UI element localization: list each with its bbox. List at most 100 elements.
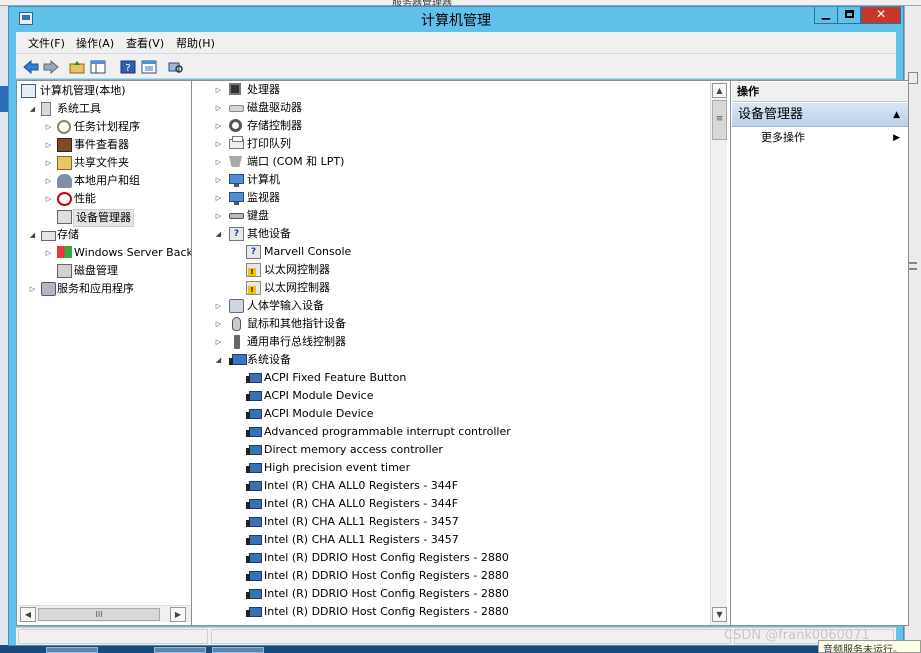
menu-action[interactable]: 操作(A) (76, 35, 114, 51)
properties-icon (141, 60, 157, 73)
tree-horizontal-scrollbar[interactable]: ◀ III ▶ (18, 605, 215, 622)
device-label: ACPI Module Device (264, 407, 374, 420)
actions-pane: 操作 设备管理器 ▲ 更多操作 ▶ (730, 80, 909, 626)
collapsed-arrow-icon[interactable]: ▷ (214, 297, 223, 315)
device-label: ACPI Module Device (264, 389, 374, 402)
computer-icon (229, 174, 244, 187)
device-label: 以太网控制器 (264, 281, 330, 294)
scan-hardware-button[interactable] (167, 58, 185, 75)
collapsed-arrow-icon[interactable]: ▷ (214, 171, 223, 189)
expanded-arrow-icon[interactable]: ◢ (214, 351, 223, 369)
expanded-arrow-icon[interactable]: ◢ (28, 226, 37, 244)
scan-hardware-icon (168, 62, 183, 73)
disk-management-icon (57, 264, 72, 278)
collapsed-arrow-icon[interactable]: ▷ (214, 207, 223, 225)
system-device-icon (246, 463, 262, 473)
mouse-icon (232, 317, 241, 331)
collapsed-arrow-icon[interactable]: ▷ (214, 189, 223, 207)
unknown-device-icon: ? (229, 227, 244, 241)
maximize-button[interactable] (837, 7, 861, 24)
tree-label: 性能 (74, 192, 96, 205)
close-button[interactable]: ✕ (861, 7, 901, 24)
collapsed-arrow-icon[interactable]: ▷ (214, 117, 223, 135)
device-label: 其他设备 (247, 227, 291, 240)
tree-label: Windows Server Back (74, 246, 193, 259)
collapsed-arrow-icon[interactable]: ▷ (28, 280, 37, 298)
scroll-thumb[interactable]: ≡ (712, 100, 727, 140)
scroll-left-button[interactable]: ◀ (20, 607, 36, 622)
collapsed-arrow-icon[interactable]: ▷ (214, 333, 223, 351)
up-folder-button[interactable] (68, 58, 86, 75)
collapsed-arrow-icon[interactable]: ▷ (214, 135, 223, 153)
status-bar-cell (211, 629, 731, 644)
expanded-arrow-icon[interactable]: ◢ (214, 225, 223, 243)
background-status-text: 音频服务未运行。 (818, 640, 921, 653)
taskbar-button[interactable] (46, 647, 98, 653)
device-label: Intel (R) DDRIO Host Config Registers - … (264, 551, 509, 564)
system-device-icon (229, 354, 247, 365)
show-hide-tree-button[interactable] (89, 58, 107, 75)
event-log-icon (57, 138, 72, 152)
scroll-thumb[interactable]: III (38, 608, 160, 621)
device-label: Marvell Console (264, 245, 352, 258)
collapse-up-icon[interactable]: ▲ (893, 103, 900, 127)
taskbar-button[interactable] (212, 647, 264, 653)
device-label: 打印队列 (247, 137, 291, 150)
tools-icon (41, 102, 51, 116)
device-label: Advanced programmable interrupt controll… (264, 425, 511, 438)
collapsed-arrow-icon[interactable]: ▷ (214, 99, 223, 117)
expanded-arrow-icon[interactable]: ◢ (28, 100, 37, 118)
collapsed-arrow-icon[interactable]: ▷ (44, 136, 53, 154)
collapsed-arrow-icon[interactable]: ▷ (44, 172, 53, 190)
maximize-icon (844, 10, 854, 18)
actions-section-device-manager[interactable]: 设备管理器 ▲ (732, 103, 908, 127)
device-label: Direct memory access controller (264, 443, 443, 456)
menu-view[interactable]: 查看(V) (126, 35, 164, 51)
collapsed-arrow-icon[interactable]: ▷ (214, 153, 223, 171)
menu-help[interactable]: 帮助(H) (176, 35, 215, 51)
help-button[interactable]: ? (119, 58, 137, 75)
device-label: Intel (R) CHA ALL1 Registers - 3457 (264, 533, 459, 546)
minimize-button[interactable]: ▁ (814, 7, 838, 24)
background-left-band (0, 86, 8, 112)
device-label: 人体学输入设备 (247, 299, 324, 312)
device-label: ACPI Fixed Feature Button (264, 371, 407, 384)
computer-management-window: 计算机管理 ▁ ✕ 文件(F) 操作(A) 查看(V) 帮助(H) ? 计算机管… (8, 6, 909, 646)
tree-label: 事件查看器 (74, 138, 129, 151)
menu-bar: 文件(F) 操作(A) 查看(V) 帮助(H) (16, 32, 896, 53)
monitor-icon (229, 192, 244, 205)
forward-button[interactable] (42, 58, 60, 75)
device-label: 系统设备 (247, 353, 291, 366)
system-device-icon (246, 535, 262, 545)
more-actions-item[interactable]: 更多操作 ▶ (732, 129, 908, 147)
users-icon (57, 174, 72, 188)
tree-label: 设备管理器 (73, 209, 134, 227)
scroll-right-button[interactable]: ▶ (170, 607, 186, 622)
scroll-down-button[interactable]: ▼ (712, 607, 727, 622)
collapsed-arrow-icon[interactable]: ▷ (44, 154, 53, 172)
printer-icon (229, 136, 244, 149)
tree-label: 任务计划程序 (74, 120, 140, 133)
collapsed-arrow-icon[interactable]: ▷ (214, 315, 223, 333)
system-device-icon (246, 373, 262, 383)
collapsed-arrow-icon[interactable]: ▷ (214, 81, 223, 99)
title-bar[interactable]: 计算机管理 ▁ ✕ (9, 7, 903, 31)
taskbar-button[interactable] (154, 647, 206, 653)
computer-management-icon (21, 84, 36, 98)
device-label: 监视器 (247, 191, 280, 204)
back-button[interactable] (22, 58, 40, 75)
system-device-icon (246, 607, 262, 617)
collapsed-arrow-icon[interactable]: ▷ (44, 118, 53, 136)
menu-file[interactable]: 文件(F) (28, 35, 65, 51)
svg-text:?: ? (125, 63, 130, 74)
device-label: 端口 (COM 和 LPT) (247, 155, 345, 168)
device-list-vertical-scrollbar[interactable]: ▲ ≡ ▼ (710, 82, 727, 625)
port-icon (229, 156, 242, 167)
collapsed-arrow-icon[interactable]: ▷ (44, 244, 53, 262)
system-device-icon (246, 589, 262, 599)
scroll-up-button[interactable]: ▲ (712, 83, 727, 98)
collapsed-arrow-icon[interactable]: ▷ (44, 190, 53, 208)
properties-button[interactable] (140, 58, 158, 75)
storage-controller-icon (229, 119, 242, 132)
device-label: Intel (R) DDRIO Host Config Registers - … (264, 605, 509, 618)
